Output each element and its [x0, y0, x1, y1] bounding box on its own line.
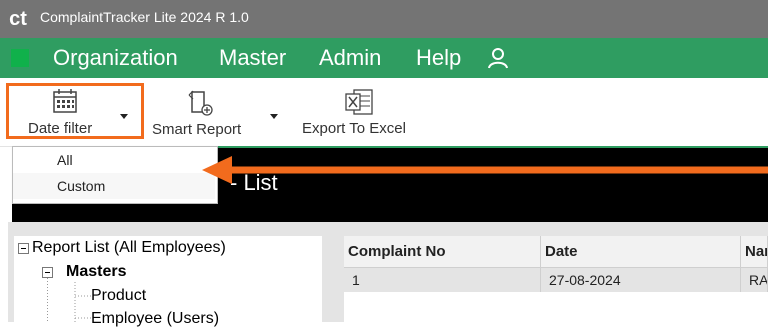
export-to-excel-label: Export To Excel [302, 120, 406, 137]
cell-name: RA [741, 268, 768, 292]
smart-report-button[interactable]: Smart Report [150, 84, 280, 140]
cell-complaint-no: 1 [344, 268, 541, 292]
date-filter-option-custom[interactable]: Custom [13, 173, 215, 199]
tree-node-employee-users[interactable]: Employee (Users) [91, 310, 219, 328]
excel-icon [345, 89, 373, 115]
column-header-date[interactable]: Date [541, 236, 741, 268]
smart-report-label: Smart Report [152, 121, 242, 138]
collapse-icon[interactable] [18, 243, 29, 254]
app-logo: ct [9, 8, 27, 30]
date-filter-option-all[interactable]: All [13, 147, 215, 173]
title-bar: ct ComplaintTracker Lite 2024 R 1.0 [0, 0, 768, 38]
date-filter-dropdown: All Custom [12, 146, 218, 204]
user-icon[interactable] [486, 46, 510, 70]
tree-node-report-list[interactable]: Report List (All Employees) [32, 239, 226, 257]
orange-arrow-annotation [202, 156, 768, 184]
complaint-grid: Complaint No Date Nar 1 27-08-2024 RA [344, 236, 768, 322]
column-header-complaint-no[interactable]: Complaint No [344, 236, 541, 268]
menu-organization[interactable]: Organization [53, 44, 178, 72]
dropdown-arrow-icon[interactable] [270, 114, 278, 120]
menu-admin[interactable]: Admin [319, 44, 381, 72]
app-title: ComplaintTracker Lite 2024 R 1.0 [40, 9, 249, 25]
collapse-icon[interactable] [42, 267, 53, 278]
accent-line [216, 146, 768, 148]
report-tree: Report List (All Employees) Masters Prod… [14, 236, 322, 327]
export-to-excel-button[interactable]: Export To Excel [298, 84, 428, 140]
smart-report-icon [188, 90, 213, 116]
tree-node-product[interactable]: Product [91, 287, 146, 305]
date-filter-highlight [6, 83, 144, 139]
column-header-name[interactable]: Nar [741, 236, 768, 268]
tree-connector-lines [47, 278, 91, 322]
menu-square-icon [11, 49, 29, 67]
menu-help[interactable]: Help [416, 44, 461, 72]
menu-bar: Organization Master Admin Help [0, 38, 768, 78]
cell-date: 27-08-2024 [541, 268, 741, 292]
menu-master[interactable]: Master [219, 44, 286, 72]
